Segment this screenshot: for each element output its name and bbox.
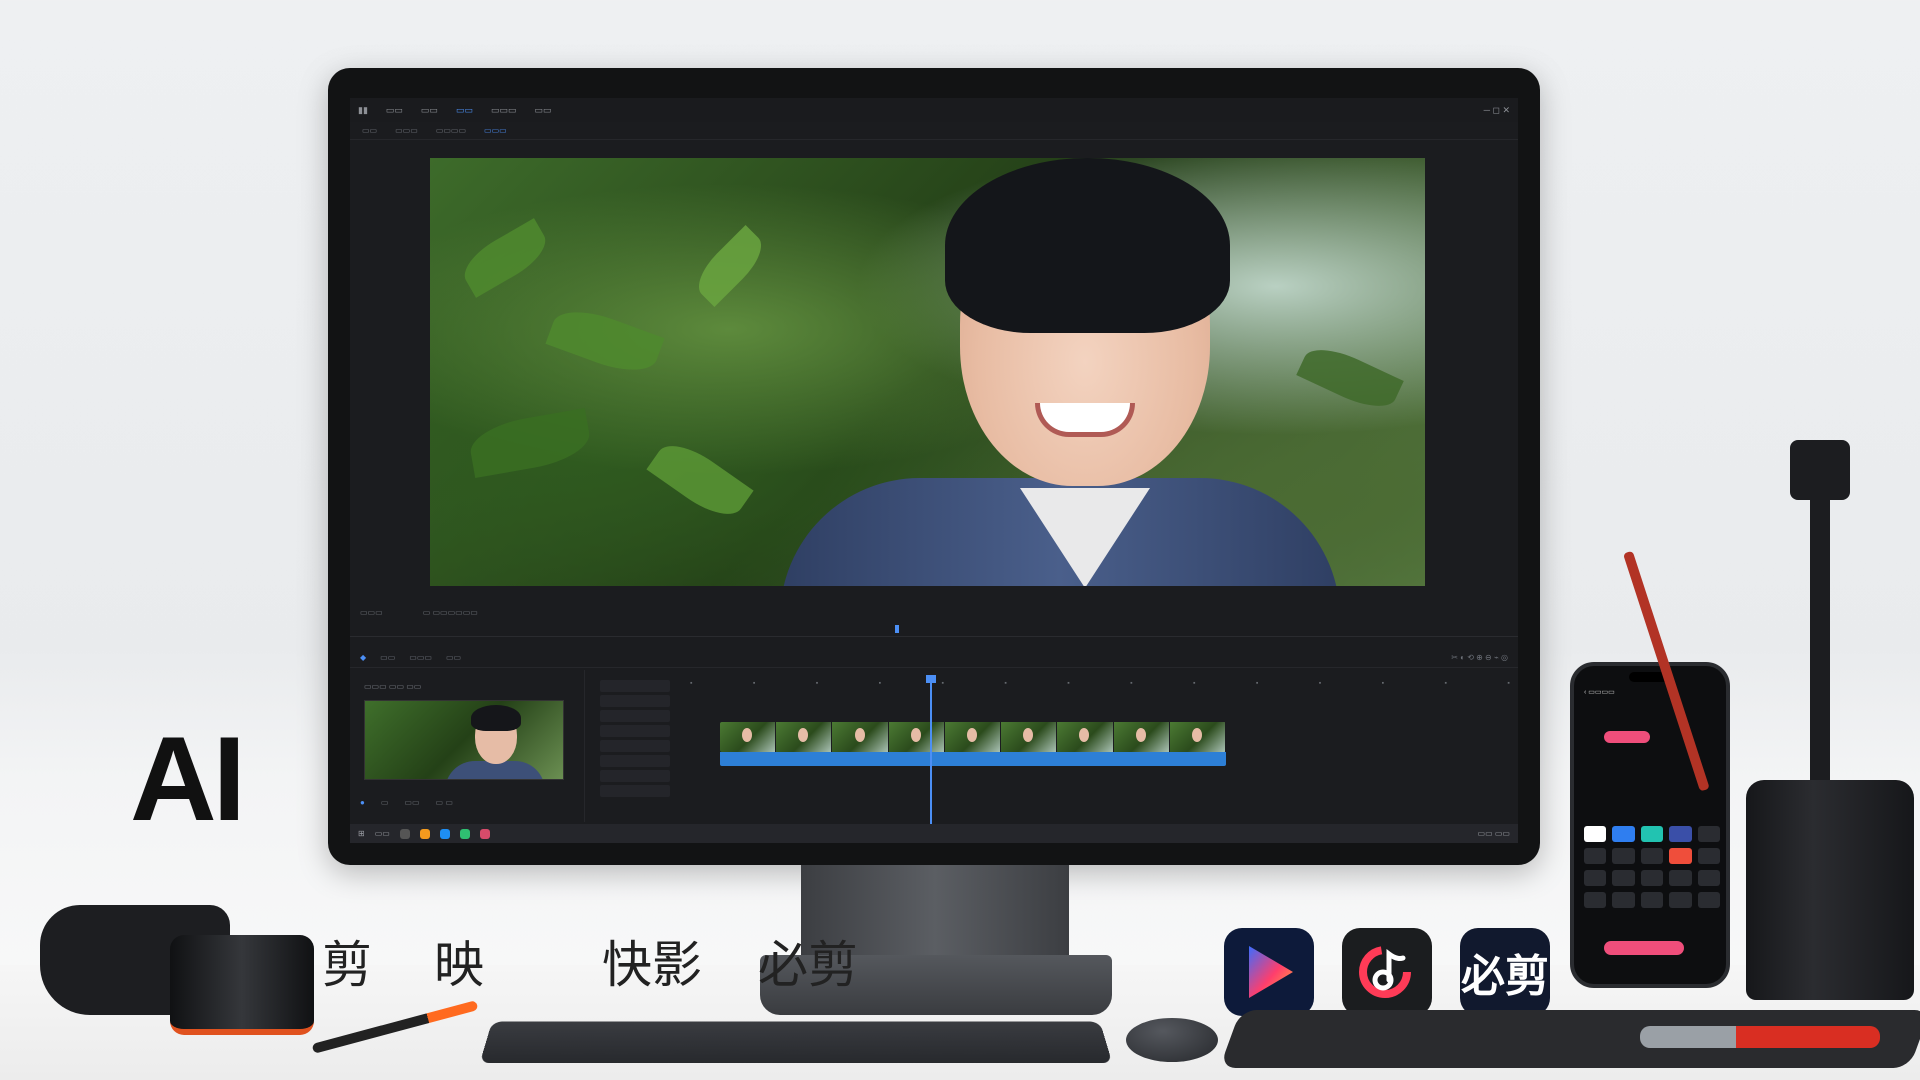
menu-item[interactable]: ▮▮ (358, 105, 368, 116)
timeline-toolbar: ◆ ▭▭ ▭▭▭ ▭▭ ✂ ◐ ⟲ ⊕ ⊖ ⌁ ◎ (350, 648, 1518, 668)
media-footer-icon[interactable]: ● (360, 798, 365, 807)
menu-item[interactable]: ▭▭ (386, 105, 403, 116)
video-preview[interactable] (430, 158, 1425, 586)
tab-active[interactable]: ▭▭▭ (484, 126, 507, 135)
screwdriver (1640, 1026, 1880, 1048)
leaf-shape (545, 300, 665, 382)
media-footer-icon[interactable]: ▭ (381, 798, 389, 807)
editor-menubar: ▮▮ ▭▭ ▭▭ ▭▭ ▭▭▭ ▭▭ ─ ◻ ✕ (350, 98, 1518, 122)
leaf-shape (688, 224, 772, 308)
camera-lens (170, 935, 314, 1035)
scrub-handle[interactable] (895, 625, 899, 633)
taskbar-clock: ▭▭ ▭▭ (1477, 829, 1510, 838)
menu-item[interactable]: ▭▭ (534, 105, 551, 116)
timeline[interactable]: ▪ ▪ ▪ ▪ ▪ ▪ ▪ ▪ ▪ ▪ ▪ ▪ ▪ ▪ (590, 670, 1518, 825)
tool-icon[interactable]: ◆ (360, 653, 366, 662)
media-footer: ● ▭ ▭▭ ▭ ▭ (360, 798, 453, 807)
leaf-shape (456, 218, 554, 298)
app-name-jianying: 剪映 (322, 937, 546, 993)
tab[interactable]: ▭▭▭▭ (436, 126, 466, 135)
kuaiying-note-icon (1359, 946, 1411, 998)
taskbar-app-icon[interactable] (439, 828, 450, 839)
tool-icon[interactable]: ▭▭ (446, 653, 461, 662)
leaf-shape (646, 433, 754, 527)
menu-item-active[interactable]: ▭▭ (456, 105, 473, 116)
os-taskbar: ⊞ ▭▭ ▭▭ ▭▭ (350, 824, 1518, 843)
media-label: ▭▭▭ ▭▭ ▭▭ (364, 682, 422, 691)
tool-icon[interactable]: ▭▭ (380, 653, 395, 662)
timecode: ▭▭▭ (360, 607, 383, 617)
menu-item[interactable]: ▭▭▭ (491, 105, 517, 116)
kuaiying-app-icon[interactable] (1342, 928, 1432, 1016)
tool-icon[interactable]: ▭▭▭ (409, 653, 432, 662)
media-footer-icon[interactable]: ▭ ▭ (436, 798, 453, 807)
tab[interactable]: ▭▭▭ (395, 126, 418, 135)
timeline-playhead[interactable] (926, 675, 936, 825)
taskbar-search[interactable]: ▭▭ (375, 829, 390, 838)
video-editor-screen: ▮▮ ▭▭ ▭▭ ▭▭ ▭▭▭ ▭▭ ─ ◻ ✕ ▭▭ ▭▭▭ ▭▭▭▭ ▭▭▭ (350, 98, 1518, 843)
taskbar-app-icon[interactable] (459, 828, 470, 839)
subject-hair (945, 158, 1230, 333)
bijian-app-icon[interactable]: 必剪 (1460, 928, 1550, 1016)
preview-scrubber[interactable] (350, 623, 1518, 637)
app-name-kuaiying: 快影 (602, 937, 702, 993)
editor-tabbar: ▭▭ ▭▭▭ ▭▭▭▭ ▭▭▭ (350, 122, 1518, 140)
mouse (1126, 1018, 1218, 1062)
phone-tool-grid (1584, 826, 1720, 908)
leaf-shape (1296, 338, 1404, 418)
timeline-ruler: ▪ ▪ ▪ ▪ ▪ ▪ ▪ ▪ ▪ ▪ ▪ ▪ ▪ ▪ (690, 680, 1510, 687)
phone-primary-pill[interactable] (1604, 731, 1650, 743)
media-thumbnail[interactable] (364, 700, 564, 780)
phone-cta-button[interactable] (1604, 941, 1684, 955)
headline-ai: AI (130, 712, 246, 846)
app-name-list: 剪映 快影 必剪 (322, 925, 858, 997)
jianying-play-icon (1249, 946, 1293, 998)
monitor: ▮▮ ▭▭ ▭▭ ▭▭ ▭▭▭ ▭▭ ─ ◻ ✕ ▭▭ ▭▭▭ ▭▭▭▭ ▭▭▭ (328, 68, 1540, 865)
keyboard (479, 1021, 1113, 1064)
jianying-app-icon[interactable] (1224, 928, 1314, 1016)
video-clip[interactable] (720, 722, 1226, 752)
timecode: ▭ ▭▭▭▭▭▭ (422, 607, 478, 617)
smartphone: ‹ ▭▭▭▭ (1570, 662, 1730, 988)
tab[interactable]: ▭▭ (362, 126, 377, 135)
app-name-bijian: 必剪 (758, 937, 858, 993)
taskbar-app-icon[interactable] (419, 828, 430, 839)
preview-controls: ▭▭▭ ▭ ▭▭▭▭▭▭ (350, 598, 1518, 626)
window-controls[interactable]: ─ ◻ ✕ (1484, 105, 1510, 116)
phone-header: ‹ ▭▭▭▭ (1584, 689, 1615, 696)
leaf-shape (466, 407, 594, 479)
media-footer-icon[interactable]: ▭▭ (404, 798, 419, 807)
tool-icon[interactable]: ✂ ◐ ⟲ ⊕ ⊖ ⌁ ◎ (1451, 653, 1508, 662)
menu-item[interactable]: ▭▭ (421, 105, 438, 116)
phone-tripod (1810, 440, 1830, 800)
taskbar-app-icon[interactable] (479, 828, 490, 839)
taskbar-app-icon[interactable] (399, 828, 410, 839)
pen-cup (1746, 780, 1914, 1000)
audio-clip[interactable] (720, 752, 1226, 766)
media-panel: ▭▭▭ ▭▭ ▭▭ ● ▭ ▭▭ ▭ ▭ (350, 670, 585, 822)
start-icon[interactable]: ⊞ (358, 829, 365, 838)
track-labels (590, 680, 685, 820)
bijian-text-icon: 必剪 (1461, 952, 1549, 1001)
